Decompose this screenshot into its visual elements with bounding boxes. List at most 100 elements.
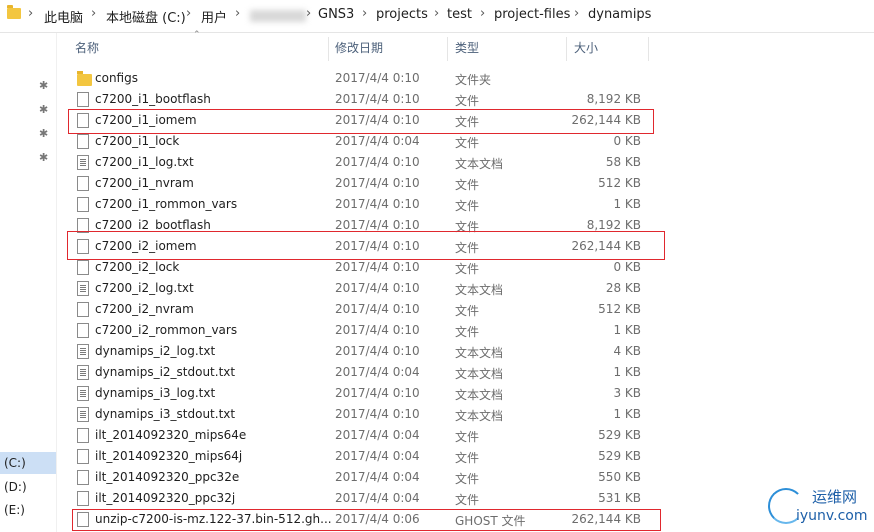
file-type: 文件 xyxy=(455,472,480,486)
file-size: 1 KB xyxy=(613,365,641,379)
file-size: 529 KB xyxy=(598,449,641,463)
file-size: 550 KB xyxy=(598,470,641,484)
column-header-name[interactable]: 名称 xyxy=(75,33,99,63)
breadcrumb-gns3[interactable]: GNS3 xyxy=(318,7,354,22)
file-type: 文件 xyxy=(455,430,480,444)
file-row[interactable]: configs 2017/4/4 0:10 文件夹 xyxy=(60,68,660,89)
chevron-right-icon: › xyxy=(480,6,486,21)
nav-drive-d[interactable]: (D:) xyxy=(0,476,56,498)
column-divider[interactable] xyxy=(328,37,329,61)
file-name: c7200_i1_nvram xyxy=(95,176,194,190)
breadcrumb-test[interactable]: test xyxy=(447,7,472,22)
breadcrumb-dynamips[interactable]: dynamips xyxy=(588,7,651,22)
navigation-pane: ✱ ✱ ✱ ✱ (C:) (D:) (E:) xyxy=(0,33,57,532)
file-size: 0 KB xyxy=(613,260,641,274)
file-date: 2017/4/4 0:04 xyxy=(335,428,420,442)
file-row[interactable]: c7200_i1_log.txt 2017/4/4 0:10 文本文档 58 KB xyxy=(60,152,660,173)
file-size: 512 KB xyxy=(598,176,641,190)
column-header-size[interactable]: 大小 xyxy=(574,33,598,63)
chevron-right-icon: › xyxy=(235,6,241,21)
file-type: 文本文档 xyxy=(455,388,504,402)
file-row[interactable]: dynamips_i3_log.txt 2017/4/4 0:10 文本文档 3 KB xyxy=(60,383,660,404)
text-file-icon xyxy=(77,365,89,380)
highlight-box xyxy=(68,109,654,134)
file-name: ilt_2014092320_mips64j xyxy=(95,449,243,463)
file-size: 1 KB xyxy=(613,407,641,421)
file-type: 文件 xyxy=(455,136,480,150)
file-type: 文件 xyxy=(455,178,480,192)
file-date: 2017/4/4 0:04 xyxy=(335,449,420,463)
file-icon xyxy=(77,176,89,191)
column-header-date[interactable]: 修改日期 xyxy=(335,33,383,63)
file-date: 2017/4/4 0:04 xyxy=(335,365,420,379)
file-row[interactable]: c7200_i2_log.txt 2017/4/4 0:10 文本文档 28 KB xyxy=(60,278,660,299)
nav-drive-e[interactable]: (E:) xyxy=(0,499,56,521)
pin-icon[interactable]: ✱ xyxy=(39,128,49,139)
file-name: ilt_2014092320_ppc32e xyxy=(95,470,240,484)
chevron-right-icon: › xyxy=(362,6,368,21)
text-file-icon xyxy=(77,281,89,296)
file-row[interactable]: ilt_2014092320_ppc32e 2017/4/4 0:04 文件 550 … xyxy=(60,467,660,488)
file-size: 4 KB xyxy=(613,344,641,358)
file-row[interactable]: dynamips_i3_stdout.txt 2017/4/4 0:10 文本文档 1… xyxy=(60,404,660,425)
file-row[interactable]: dynamips_i2_log.txt 2017/4/4 0:10 文本文档 4 KB xyxy=(60,341,660,362)
file-name: c7200_i1_rommon_vars xyxy=(95,197,238,211)
file-icon xyxy=(77,260,89,275)
file-date: 2017/4/4 0:10 xyxy=(335,218,420,232)
file-row[interactable]: c7200_i1_nvram 2017/4/4 0:10 文件 512 KB xyxy=(60,173,660,194)
text-file-icon xyxy=(77,407,89,422)
breadcrumb-this-pc[interactable]: 此电脑 xyxy=(44,7,83,26)
breadcrumb-users[interactable]: 用户 xyxy=(201,7,227,26)
file-type: 文本文档 xyxy=(455,283,504,297)
file-row[interactable]: ilt_2014092320_mips64e 2017/4/4 0:04 文件 529… xyxy=(60,425,660,446)
pin-icon[interactable]: ✱ xyxy=(39,104,49,115)
file-size: 28 KB xyxy=(605,281,641,295)
file-name: dynamips_i2_stdout.txt xyxy=(95,365,236,379)
column-divider[interactable] xyxy=(566,37,567,61)
file-row[interactable]: ilt_2014092320_mips64j 2017/4/4 0:04 文件 529… xyxy=(60,446,660,467)
file-row[interactable]: c7200_i2_lock 2017/4/4 0:10 文件 0 KB xyxy=(60,257,660,278)
file-size: 529 KB xyxy=(598,428,641,442)
pin-icon[interactable]: ✱ xyxy=(39,152,49,163)
file-type: 文件 xyxy=(455,94,480,108)
file-row[interactable]: c7200_i1_lock 2017/4/4 0:04 文件 0 KB xyxy=(60,131,660,152)
file-name: configs xyxy=(95,71,138,85)
breadcrumb-project-files[interactable]: project-files xyxy=(494,7,570,22)
chevron-right-icon: › xyxy=(434,6,440,21)
file-name: c7200_i2_rommon_vars xyxy=(95,323,238,337)
file-icon xyxy=(77,491,89,506)
file-size: 531 KB xyxy=(598,491,641,505)
column-header-type[interactable]: 类型 xyxy=(455,33,479,63)
chevron-right-icon: › xyxy=(91,6,97,21)
file-date: 2017/4/4 0:04 xyxy=(335,491,420,505)
file-date: 2017/4/4 0:10 xyxy=(335,71,420,85)
nav-drive-c[interactable]: (C:) xyxy=(0,452,56,474)
file-name: c7200_i1_log.txt xyxy=(95,155,194,169)
chevron-right-icon: › xyxy=(574,6,580,21)
file-date: 2017/4/4 0:10 xyxy=(335,92,420,106)
file-name: c7200_i2_lock xyxy=(95,260,180,274)
file-name: dynamips_i2_log.txt xyxy=(95,344,216,358)
file-row[interactable]: ilt_2014092320_ppc32j 2017/4/4 0:04 文件 531 … xyxy=(60,488,660,509)
file-icon xyxy=(77,134,89,149)
redacted-username xyxy=(250,10,306,22)
watermark-logo: 运维网 iyunv.com xyxy=(768,484,874,530)
file-row[interactable]: dynamips_i2_stdout.txt 2017/4/4 0:04 文本文档 1… xyxy=(60,362,660,383)
file-row[interactable]: c7200_i1_rommon_vars 2017/4/4 0:10 文件 1 KB xyxy=(60,194,660,215)
breadcrumb-projects[interactable]: projects xyxy=(376,7,428,22)
file-date: 2017/4/4 0:10 xyxy=(335,197,420,211)
column-divider[interactable] xyxy=(447,37,448,61)
folder-icon xyxy=(7,5,21,19)
folder-icon xyxy=(77,71,92,86)
file-type: 文本文档 xyxy=(455,367,504,381)
file-row[interactable]: c7200_i1_bootflash 2017/4/4 0:10 文件 8,192 K… xyxy=(60,89,660,110)
file-date: 2017/4/4 0:10 xyxy=(335,176,420,190)
chevron-right-icon: › xyxy=(28,6,34,21)
file-row[interactable]: c7200_i2_rommon_vars 2017/4/4 0:10 文件 1 KB xyxy=(60,320,660,341)
breadcrumb-local-disk[interactable]: 本地磁盘 (C:) xyxy=(106,7,186,26)
address-bar[interactable]: › 此电脑 › 本地磁盘 (C:) › 用户 › › GNS3 › projec… xyxy=(0,0,874,33)
file-name: dynamips_i3_stdout.txt xyxy=(95,407,236,421)
file-row[interactable]: c7200_i2_nvram 2017/4/4 0:10 文件 512 KB xyxy=(60,299,660,320)
column-divider[interactable] xyxy=(648,37,649,61)
pin-icon[interactable]: ✱ xyxy=(39,80,49,91)
